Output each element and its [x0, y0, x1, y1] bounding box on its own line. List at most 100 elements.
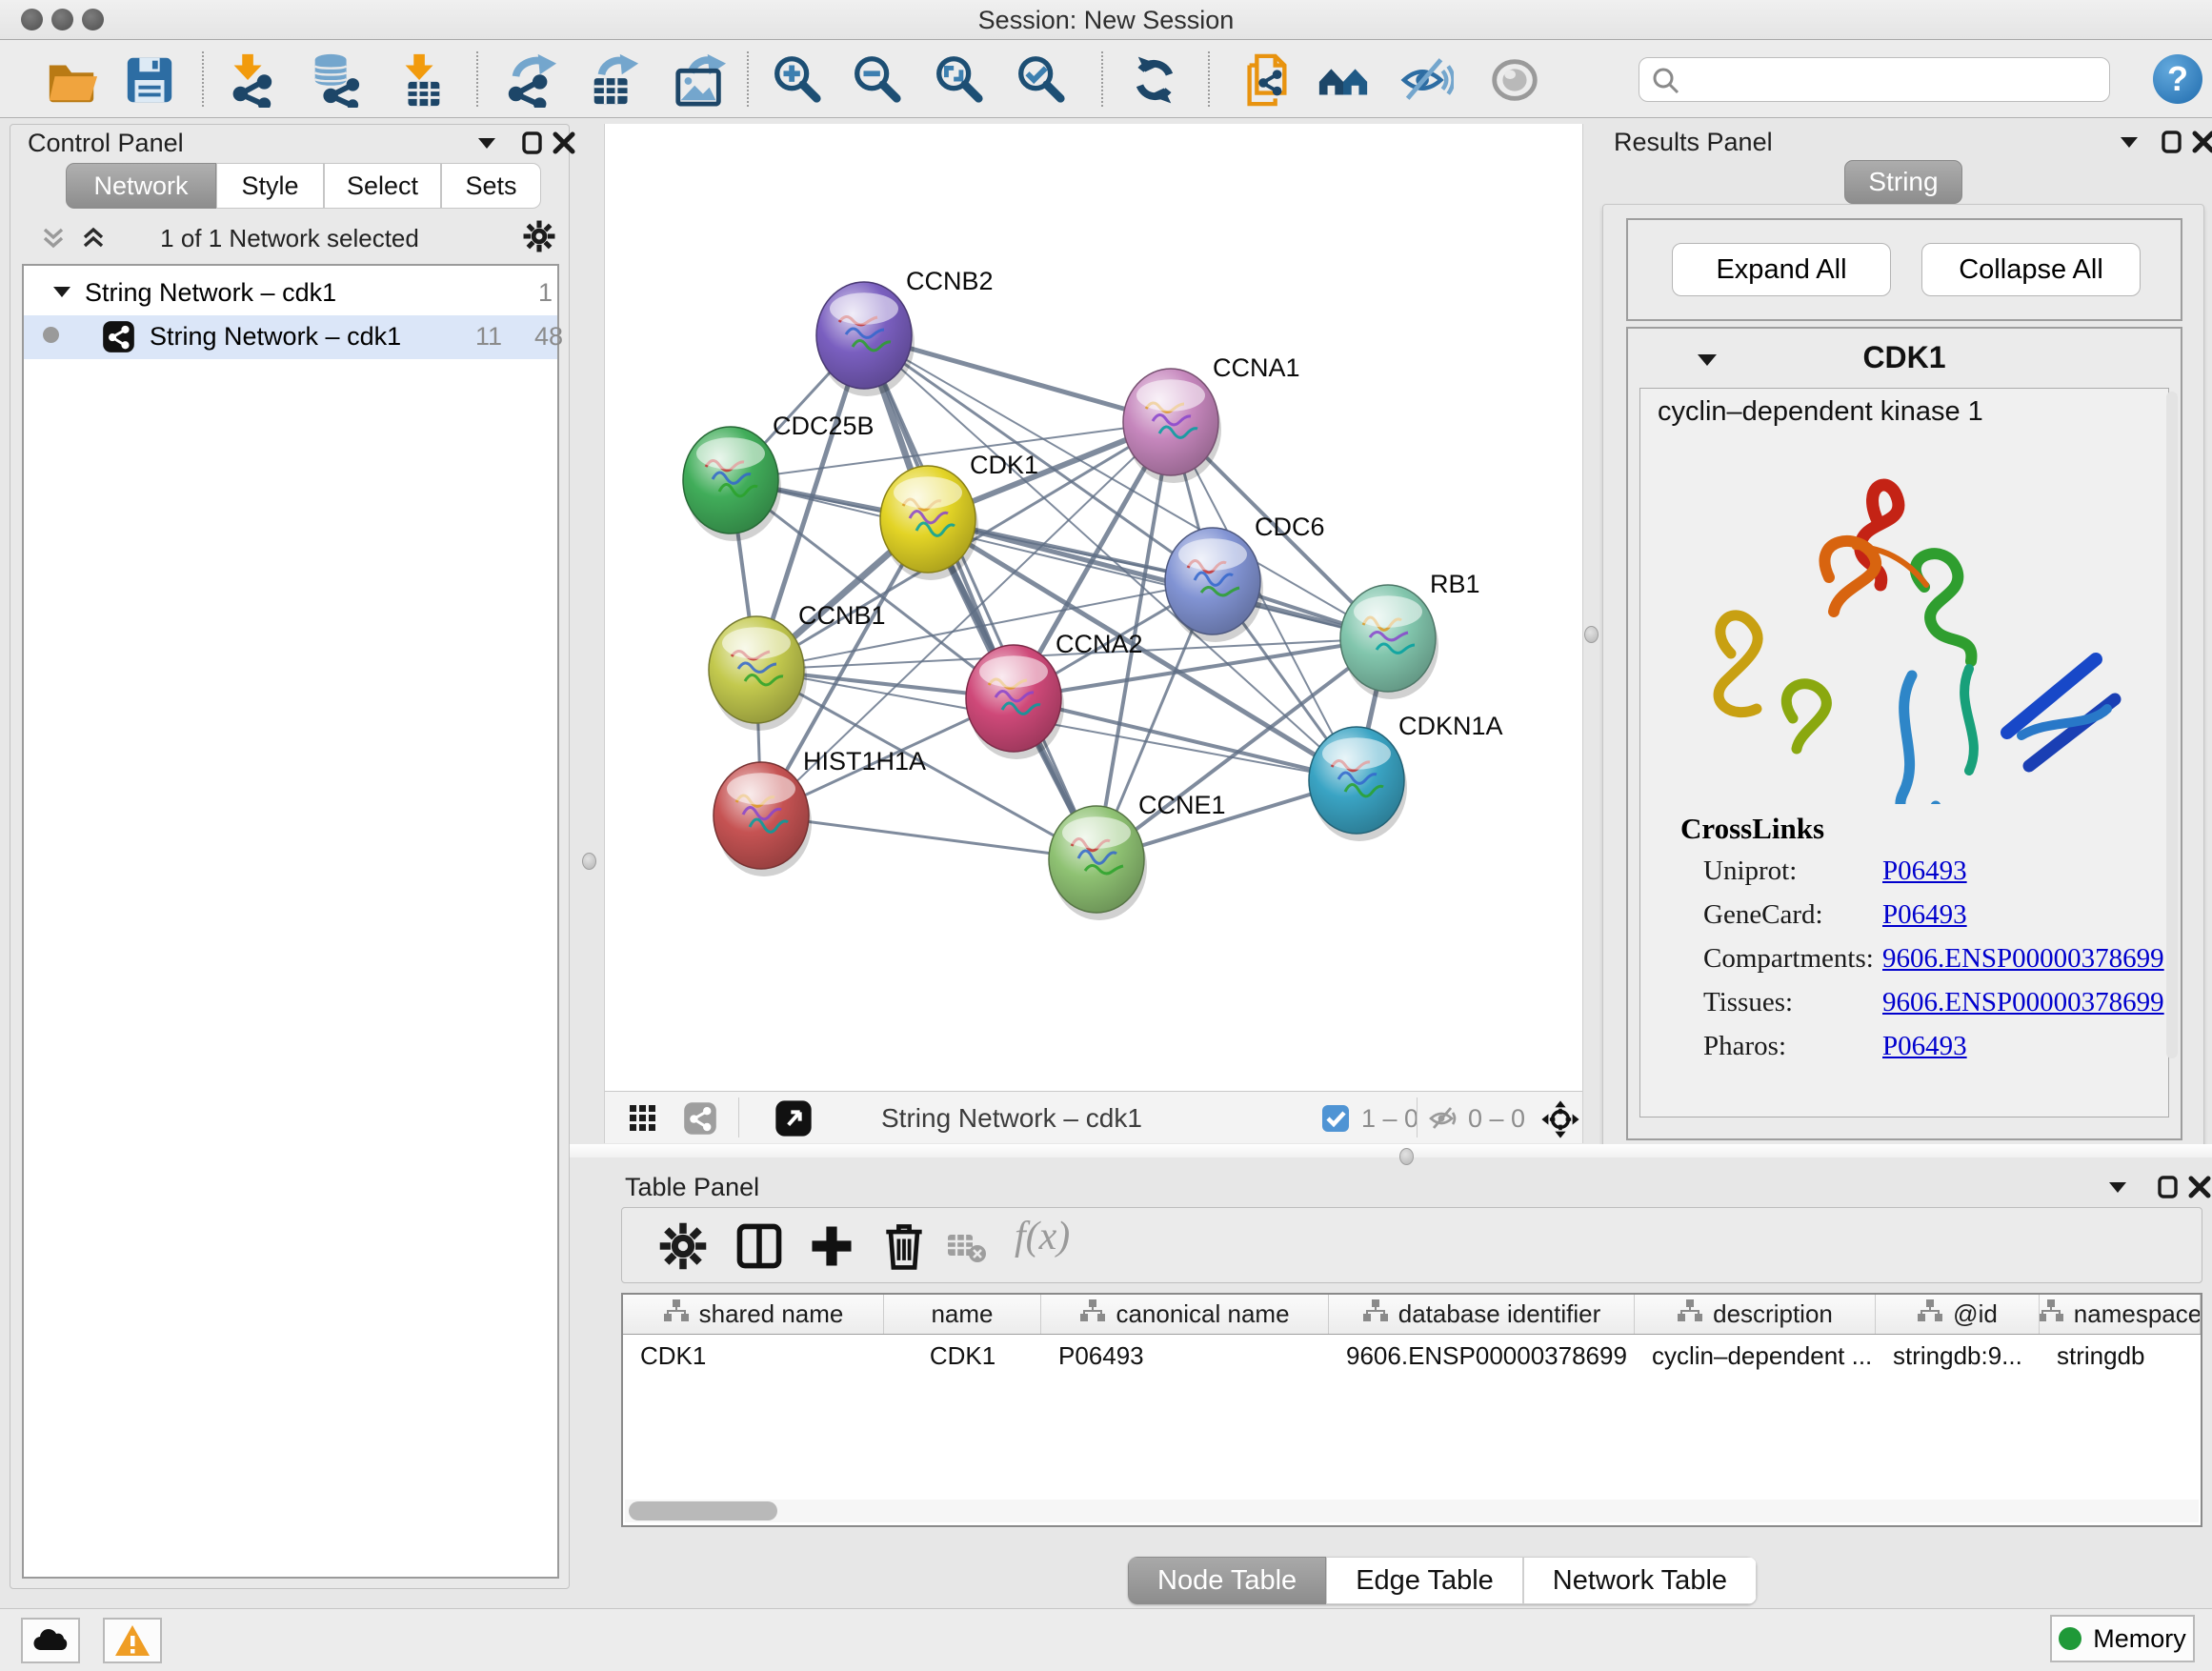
scrollbar-thumb[interactable]	[629, 1501, 777, 1520]
network-node-CDC25B[interactable]: CDC25B	[683, 412, 875, 541]
help-button[interactable]: ?	[2153, 54, 2202, 104]
crosslink-value-link[interactable]: P06493	[1882, 1031, 1967, 1062]
cell-namespace[interactable]: stringdb	[2040, 1335, 2201, 1377]
grid-view-icon[interactable]	[628, 1103, 658, 1138]
crosslink-value-link[interactable]: P06493	[1882, 899, 1967, 931]
network-row-selected[interactable]: String Network – cdk1 11 48	[24, 315, 557, 359]
search-field[interactable]	[1639, 57, 2110, 102]
show-columns-icon[interactable]	[733, 1219, 786, 1273]
tree-expand-icon[interactable]	[50, 281, 73, 311]
divider-handle[interactable]	[582, 853, 596, 870]
results-panel: Results Panel String Expand All Collapse…	[1597, 124, 2212, 1151]
add-column-icon[interactable]	[805, 1219, 858, 1273]
zoom-selected-icon[interactable]	[1013, 52, 1068, 108]
node-label-RB1: RB1	[1430, 570, 1480, 598]
export-table-icon[interactable]	[587, 52, 642, 108]
network-collection-row[interactable]: String Network – cdk1 1	[24, 272, 557, 315]
crosslink-label: Uniprot:	[1703, 856, 1797, 887]
panel-close-icon[interactable]	[552, 131, 576, 160]
show-eye-icon[interactable]	[1487, 52, 1542, 108]
import-network-from-database-icon[interactable]	[307, 52, 362, 108]
column-header-name[interactable]: name	[884, 1295, 1041, 1334]
warning-button[interactable]	[103, 1618, 162, 1663]
network-share-icon-gray[interactable]	[683, 1101, 717, 1140]
cell--id[interactable]: stringdb:9...	[1876, 1335, 2040, 1377]
panel-float-icon[interactable]	[2160, 130, 2184, 159]
search-icon	[1651, 66, 1681, 101]
export-image-icon[interactable]	[673, 52, 728, 108]
export-network-icon[interactable]	[503, 52, 558, 108]
cell-name[interactable]: CDK1	[884, 1335, 1041, 1377]
control-panel: Control Panel NetworkStyleSelectSets 1 o…	[10, 124, 570, 1589]
cell-canonical-name[interactable]: P06493	[1041, 1335, 1329, 1377]
copy-network-icon[interactable]	[1238, 52, 1294, 108]
cloud-button[interactable]	[21, 1618, 80, 1663]
zoom-fit-icon[interactable]	[931, 52, 986, 108]
tab-network[interactable]: Network	[66, 163, 216, 209]
column-header-canonical-name[interactable]: canonical name	[1041, 1295, 1329, 1334]
crosslink-value-link[interactable]: 9606.ENSP00000378699	[1882, 987, 2164, 1018]
tab-edge-table[interactable]: Edge Table	[1326, 1557, 1523, 1604]
cell-database-identifier[interactable]: 9606.ENSP00000378699	[1329, 1335, 1635, 1377]
save-session-icon[interactable]	[122, 52, 177, 108]
panel-float-icon[interactable]	[2156, 1175, 2181, 1204]
cell-shared-name[interactable]: CDK1	[623, 1335, 884, 1377]
column-header-shared-name[interactable]: shared name	[623, 1295, 884, 1334]
selected-checkbox-icon[interactable]	[1321, 1104, 1350, 1137]
divider-handle[interactable]	[1584, 626, 1599, 643]
network-tree: String Network – cdk1 1 String Network –…	[22, 264, 559, 1579]
tab-style[interactable]: Style	[216, 163, 324, 209]
network-node-RB1[interactable]: RB1	[1340, 570, 1480, 699]
table-horizontal-scrollbar[interactable]	[625, 1500, 2199, 1522]
node-label-CDC25B: CDC25B	[773, 412, 875, 440]
network-node-CDC6[interactable]: CDC6	[1165, 513, 1325, 642]
network-node-CCNB1[interactable]: CCNB1	[709, 601, 886, 731]
panel-menu-icon[interactable]	[2117, 130, 2142, 159]
column-header--id[interactable]: @id	[1876, 1295, 2040, 1334]
table-row[interactable]: CDK1CDK1P064939606.ENSP00000378699cyclin…	[623, 1335, 2201, 1377]
table-settings-gear-icon[interactable]	[656, 1219, 710, 1273]
import-network-icon[interactable]	[222, 52, 277, 108]
hide-unhide-eye-icon[interactable]	[1398, 52, 1454, 108]
memory-button[interactable]: Memory	[2050, 1615, 2195, 1662]
search-input[interactable]	[1689, 60, 2099, 98]
refresh-icon[interactable]	[1127, 52, 1182, 108]
collapse-all-button[interactable]: Collapse All	[1921, 243, 2141, 296]
import-table-icon[interactable]	[393, 52, 449, 108]
tab-node-table[interactable]: Node Table	[1128, 1557, 1326, 1604]
hidden-eye-icon[interactable]	[1428, 1104, 1460, 1137]
panel-divider[interactable]	[570, 1144, 2212, 1158]
panel-float-icon[interactable]	[520, 131, 545, 160]
expand-all-button[interactable]: Expand All	[1672, 243, 1891, 296]
column-header-namespace[interactable]: namespace	[2040, 1295, 2201, 1334]
network-node-HIST1H1A[interactable]: HIST1H1A	[714, 747, 926, 876]
zoom-in-icon[interactable]	[769, 52, 824, 108]
crosslink-value-link[interactable]: P06493	[1882, 856, 1967, 887]
panel-close-icon[interactable]	[2187, 1175, 2212, 1204]
cell-description[interactable]: cyclin–dependent ...	[1635, 1335, 1876, 1377]
panel-close-icon[interactable]	[2191, 130, 2212, 159]
home-networks-icon[interactable]	[1316, 52, 1371, 108]
results-scrollbar[interactable]	[2166, 392, 2178, 1058]
crosslink-value-link[interactable]: 9606.ENSP00000378699	[1882, 943, 2164, 975]
network-node-count: 11	[475, 322, 502, 352]
tab-sets[interactable]: Sets	[441, 163, 541, 209]
network-canvas[interactable]: CCNB2CCNA1CDC25BCDK1CDC6RB1CCNB1CCNA2CDK…	[605, 124, 1584, 1091]
open-session-icon[interactable]	[44, 52, 99, 108]
tab-string[interactable]: String	[1844, 160, 1962, 204]
column-header-description[interactable]: description	[1635, 1295, 1876, 1334]
network-node-CDKN1A[interactable]: CDKN1A	[1309, 712, 1503, 841]
panel-menu-icon[interactable]	[2105, 1175, 2130, 1204]
column-header-database-identifier[interactable]: database identifier	[1329, 1295, 1635, 1334]
tab-network-table[interactable]: Network Table	[1523, 1557, 1757, 1604]
zoom-out-icon[interactable]	[849, 52, 904, 108]
gear-icon[interactable]	[521, 218, 557, 259]
divider-handle[interactable]	[1399, 1148, 1414, 1165]
birds-eye-crosshair-icon[interactable]	[1540, 1099, 1580, 1144]
network-node-CCNB2[interactable]: CCNB2	[816, 267, 994, 396]
panel-menu-icon[interactable]	[474, 131, 499, 160]
delete-column-icon[interactable]	[877, 1219, 931, 1273]
tab-select[interactable]: Select	[324, 163, 441, 209]
network-view[interactable]: CCNB2CCNA1CDC25BCDK1CDC6RB1CCNB1CCNA2CDK…	[604, 124, 1583, 1143]
open-in-new-window-icon[interactable]	[774, 1099, 813, 1142]
